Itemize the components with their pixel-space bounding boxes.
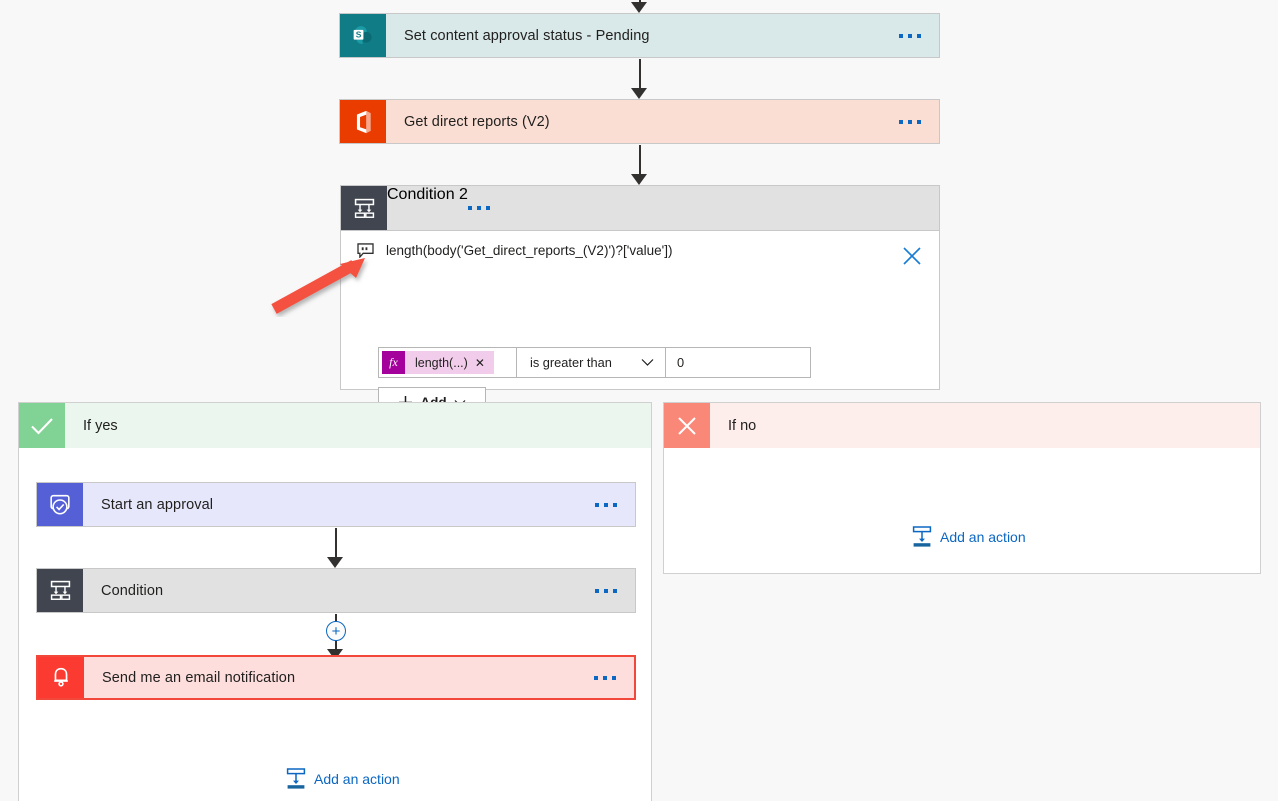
connector-arrow-yes-1 [327, 557, 343, 568]
condition-operator-dropdown[interactable]: is greater than [517, 347, 666, 378]
add-an-action-button-yes[interactable]: Add an action [286, 768, 400, 790]
condition-value-input[interactable]: 0 [666, 347, 811, 378]
action-card-menu-button[interactable] [899, 100, 939, 143]
action-card-send-email-notification[interactable]: Send me an email notification [36, 655, 636, 700]
connector-line-1 [639, 59, 641, 91]
condition-expression-text: length(body('Get_direct_reports_(V2)')?[… [386, 243, 672, 258]
action-card-menu-button[interactable] [595, 569, 635, 612]
connector-line-2 [639, 145, 641, 177]
condition-card-body: length(body('Get_direct_reports_(V2)')?[… [341, 231, 939, 389]
connector-arrow-2 [631, 174, 647, 185]
close-icon[interactable] [901, 245, 923, 267]
condition-card-menu-button[interactable] [468, 186, 508, 230]
condition-card-title: Condition 2 [387, 186, 468, 230]
action-card-title: Condition [83, 569, 595, 612]
flow-canvas: S Set content approval status - Pending … [0, 0, 1278, 801]
expression-tooltip-row: length(body('Get_direct_reports_(V2)')?[… [341, 231, 939, 258]
insert-action-icon [912, 526, 932, 548]
action-card-menu-button[interactable] [899, 14, 939, 57]
insert-action-icon [286, 768, 306, 790]
condition-operator-value: is greater than [530, 355, 612, 370]
action-card-title: Get direct reports (V2) [386, 100, 899, 143]
branch-if-no-label: If no [710, 403, 1260, 448]
action-card-set-approval-status[interactable]: S Set content approval status - Pending [339, 13, 940, 58]
action-card-condition[interactable]: Condition [36, 568, 636, 613]
add-an-action-button-no[interactable]: Add an action [912, 526, 1026, 548]
condition-value-text: 0 [677, 355, 684, 370]
fx-icon: fx [382, 351, 405, 374]
add-an-action-label: Add an action [314, 771, 400, 787]
action-card-get-direct-reports[interactable]: Get direct reports (V2) [339, 99, 940, 144]
connector-line-yes-1 [335, 528, 337, 560]
insert-step-button[interactable]: + [326, 621, 346, 641]
approvals-icon [37, 483, 83, 526]
action-card-title: Start an approval [83, 483, 595, 526]
condition-card-condition-2[interactable]: Condition 2 length(body('Get_direct_repo… [340, 185, 940, 390]
expression-token[interactable]: fx length(...) ✕ [382, 351, 494, 374]
branch-if-no-header: If no [664, 403, 1260, 448]
sharepoint-icon: S [340, 14, 386, 57]
action-card-menu-button[interactable] [594, 657, 634, 698]
action-card-menu-button[interactable] [595, 483, 635, 526]
insert-step-label: + [332, 624, 341, 639]
branch-if-no: If no Add an action [663, 402, 1261, 574]
add-an-action-label: Add an action [940, 529, 1026, 545]
condition-operand-field[interactable]: fx length(...) ✕ [378, 347, 517, 378]
action-card-title: Set content approval status - Pending [386, 14, 899, 57]
chevron-down-icon [641, 358, 654, 367]
condition-branch-icon [341, 186, 387, 230]
bell-icon [38, 657, 84, 698]
branch-if-yes: If yes Start an approval [18, 402, 652, 801]
action-card-start-an-approval[interactable]: Start an approval [36, 482, 636, 527]
red-annotation-arrow [268, 252, 378, 322]
condition-card-header[interactable]: Condition 2 [341, 186, 939, 231]
branch-if-yes-label: If yes [65, 403, 651, 448]
checkmark-icon [19, 403, 65, 448]
condition-branch-icon [37, 569, 83, 612]
close-x-icon [664, 403, 710, 448]
svg-text:S: S [356, 29, 362, 39]
expression-token-label: length(...) [405, 356, 475, 370]
action-card-title: Send me an email notification [84, 657, 594, 698]
office365-users-icon [340, 100, 386, 143]
remove-token-icon[interactable]: ✕ [475, 356, 485, 370]
connector-arrow-1 [631, 88, 647, 99]
branch-if-yes-header: If yes [19, 403, 651, 448]
connector-arrow-top [631, 2, 647, 13]
